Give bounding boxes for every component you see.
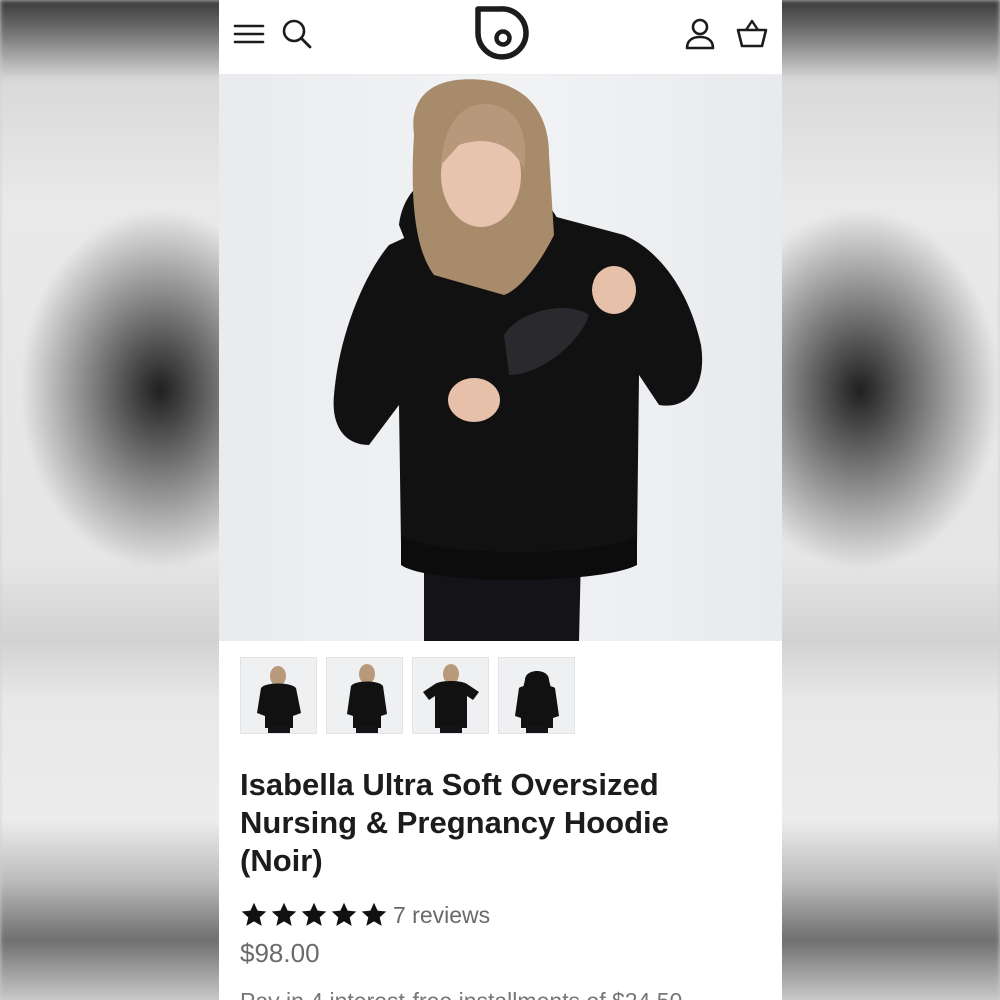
star-icon [241,902,267,926]
search-icon[interactable] [281,17,313,51]
star-icon [331,902,357,926]
thumbnail-4[interactable] [498,657,575,734]
product-title: Isabella Ultra Soft Oversized Nursing & … [240,767,669,878]
thumbnail-image [515,671,559,733]
brand-logo-icon[interactable] [472,5,530,63]
thumbnail-image [423,664,479,733]
star-icon [301,902,327,926]
account-icon[interactable] [684,17,716,51]
reviews-link[interactable]: 7 reviews [393,902,490,929]
product-price: $98.00 [240,938,320,968]
site-header [219,0,782,75]
thumbnail-2[interactable] [326,657,403,734]
cart-icon[interactable] [736,17,768,51]
thumbnail-strip [240,657,640,734]
star-icon [271,902,297,926]
installments-text: Pay in 4 interest-free installments of $… [240,988,760,1000]
product-main-image[interactable] [219,75,782,641]
thumbnail-1[interactable] [240,657,317,734]
product-page: Isabella Ultra Soft Oversized Nursing & … [219,0,782,1000]
menu-icon[interactable] [233,17,265,51]
star-icon [361,902,387,926]
thumbnail-image [257,666,301,733]
hoodie-photo [333,79,703,641]
thumbnail-image [347,664,387,733]
rating-row[interactable]: 7 reviews [240,898,490,932]
thumbnail-3[interactable] [412,657,489,734]
